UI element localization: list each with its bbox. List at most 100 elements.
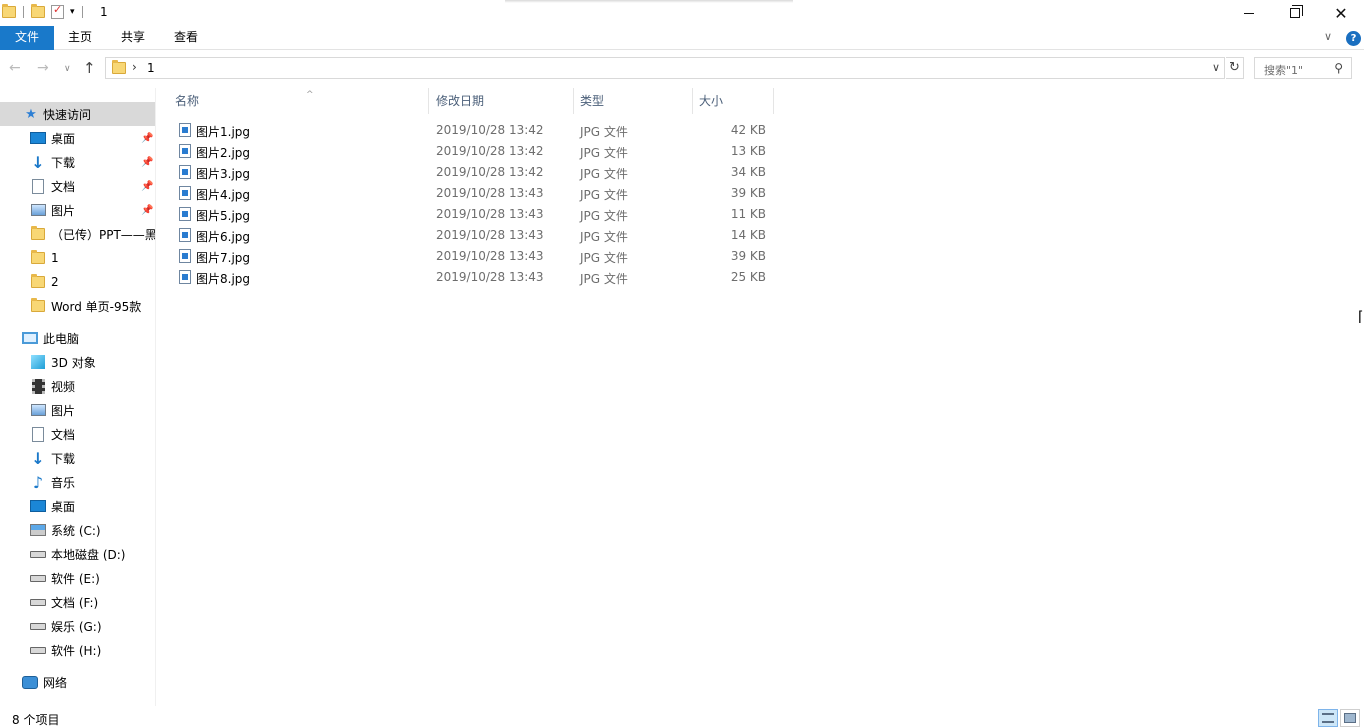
nav-item-drive-d[interactable]: 本地磁盘 (D:) <box>0 542 155 566</box>
file-row[interactable]: 图片4.jpg 2019/10/28 13:43 JPG 文件 39 KB <box>175 183 775 204</box>
column-header-size[interactable]: 大小 <box>693 88 774 114</box>
nav-item-downloads[interactable]: ↓ 下载 📌 <box>0 150 155 174</box>
nav-item-folder-2[interactable]: 2 <box>0 270 155 294</box>
up-arrow-icon[interactable]: ↑ <box>83 59 96 77</box>
expand-ribbon-chevron-icon[interactable]: ∨ <box>1324 30 1332 43</box>
image-file-icon <box>179 186 191 200</box>
nav-item-videos[interactable]: 视频 <box>0 374 155 398</box>
tab-share[interactable]: 共享 <box>109 26 157 50</box>
nav-item-drive-g[interactable]: 娱乐 (G:) <box>0 614 155 638</box>
download-icon: ↓ <box>31 448 45 468</box>
restore-button[interactable] <box>1272 0 1318 26</box>
tab-home[interactable]: 主页 <box>56 26 104 50</box>
file-row[interactable]: 图片7.jpg 2019/10/28 13:43 JPG 文件 39 KB <box>175 246 775 267</box>
breadcrumb-chevron-icon[interactable]: › <box>132 60 137 74</box>
nav-item-pc-pictures[interactable]: 图片 <box>0 398 155 422</box>
file-type: JPG 文件 <box>580 125 628 139</box>
properties-icon[interactable] <box>51 3 64 19</box>
file-type: JPG 文件 <box>580 188 628 202</box>
nav-item-3d-objects[interactable]: 3D 对象 <box>0 350 155 374</box>
minimize-button[interactable] <box>1226 0 1272 26</box>
nav-item-folder-1[interactable]: 1 <box>0 246 155 270</box>
pin-icon[interactable]: 📌 <box>141 181 153 192</box>
drive-icon <box>30 570 46 586</box>
file-row[interactable]: 图片5.jpg 2019/10/28 13:43 JPG 文件 11 KB <box>175 204 775 225</box>
nav-network[interactable]: 网络 <box>0 670 155 694</box>
nav-label: （已传）PPT——黑 <box>51 227 155 242</box>
pin-icon[interactable]: 📌 <box>141 133 153 144</box>
nav-this-pc[interactable]: 此电脑 <box>0 326 155 350</box>
nav-label: 系统 (C:) <box>51 523 101 538</box>
system-drive-icon <box>30 522 46 538</box>
help-icon[interactable]: ? <box>1346 31 1361 46</box>
nav-item-folder-word[interactable]: Word 单页-95款 <box>0 294 155 318</box>
image-file-icon <box>179 165 191 179</box>
tab-file[interactable]: 文件 <box>0 26 54 50</box>
file-row[interactable]: 图片2.jpg 2019/10/28 13:42 JPG 文件 13 KB <box>175 141 775 162</box>
folder-icon <box>30 250 46 266</box>
large-icons-view-button[interactable] <box>1340 709 1360 727</box>
file-name: 图片2.jpg <box>196 146 251 160</box>
quick-access-toolbar: ▾ <box>2 3 90 19</box>
refresh-button[interactable]: ↻ <box>1226 57 1244 79</box>
nav-item-documents[interactable]: 文档 📌 <box>0 174 155 198</box>
nav-quick-access[interactable]: ★ 快速访问 <box>0 102 155 126</box>
customize-toolbar-chevron-icon[interactable]: ▾ <box>70 7 75 17</box>
forward-arrow-icon[interactable]: → <box>37 60 49 76</box>
details-view-button[interactable] <box>1318 709 1338 727</box>
nav-item-pc-documents[interactable]: 文档 <box>0 422 155 446</box>
address-bar[interactable]: › 1 ∨ <box>105 57 1225 79</box>
back-arrow-icon[interactable]: ← <box>9 60 21 76</box>
tab-view[interactable]: 查看 <box>162 26 210 50</box>
desktop-icon <box>30 130 46 146</box>
file-name: 图片4.jpg <box>196 188 251 202</box>
nav-item-drive-f[interactable]: 文档 (F:) <box>0 590 155 614</box>
nav-item-pc-desktop[interactable]: 桌面 <box>0 494 155 518</box>
nav-item-drive-e[interactable]: 软件 (E:) <box>0 566 155 590</box>
nav-label: 下载 <box>51 155 76 170</box>
nav-label: Word 单页-95款 <box>51 299 142 314</box>
breadcrumb-item[interactable]: 1 <box>147 61 155 75</box>
nav-label: 快速访问 <box>43 107 92 122</box>
resize-cursor-icon: ⌈ <box>1358 309 1364 325</box>
details-view-icon <box>1322 713 1334 723</box>
file-date: 2019/10/28 13:43 <box>436 270 544 284</box>
search-input[interactable]: 搜索"1" ⚲ <box>1254 57 1352 79</box>
nav-item-drive-c[interactable]: 系统 (C:) <box>0 518 155 542</box>
column-header-date[interactable]: 修改日期 <box>430 88 574 114</box>
pin-icon[interactable]: 📌 <box>141 157 153 168</box>
column-header-name[interactable]: 名称 ^ <box>169 88 429 114</box>
nav-label: 图片 <box>51 403 76 418</box>
download-icon: ↓ <box>31 152 45 172</box>
nav-item-drive-h[interactable]: 软件 (H:) <box>0 638 155 662</box>
ribbon-tabs: 文件 主页 共享 查看 ∨ ? <box>0 26 1364 50</box>
file-size: 14 KB <box>730 228 766 242</box>
file-date: 2019/10/28 13:43 <box>436 228 544 242</box>
nav-item-desktop[interactable]: 桌面 📌 <box>0 126 155 150</box>
top-shadow <box>505 0 793 3</box>
nav-item-pc-downloads[interactable]: ↓ 下载 <box>0 446 155 470</box>
file-row[interactable]: 图片3.jpg 2019/10/28 13:42 JPG 文件 34 KB <box>175 162 775 183</box>
close-button[interactable]: ✕ <box>1318 0 1364 26</box>
nav-label: 网络 <box>43 675 68 690</box>
column-label: 名称 <box>175 94 200 108</box>
file-row[interactable]: 图片1.jpg 2019/10/28 13:42 JPG 文件 42 KB <box>175 120 775 141</box>
file-row[interactable]: 图片6.jpg 2019/10/28 13:43 JPG 文件 14 KB <box>175 225 775 246</box>
status-bar: 8 个项目 <box>0 706 1364 728</box>
nav-label: 图片 <box>51 203 76 218</box>
image-file-icon <box>179 207 191 221</box>
column-header-type[interactable]: 类型 <box>574 88 693 114</box>
folder-icon <box>30 226 46 242</box>
nav-item-pictures[interactable]: 图片 📌 <box>0 198 155 222</box>
document-icon <box>30 426 46 442</box>
nav-item-music[interactable]: ♪ 音乐 <box>0 470 155 494</box>
pin-icon[interactable]: 📌 <box>141 205 153 216</box>
new-folder-icon[interactable] <box>31 4 45 18</box>
recent-locations-chevron-icon[interactable]: ∨ <box>64 64 71 74</box>
file-row[interactable]: 图片8.jpg 2019/10/28 13:43 JPG 文件 25 KB <box>175 267 775 288</box>
nav-item-folder-ppt[interactable]: （已传）PPT——黑 <box>0 222 155 246</box>
nav-label: 文档 <box>51 179 76 194</box>
file-name: 图片6.jpg <box>196 230 251 244</box>
address-dropdown-chevron-icon[interactable]: ∨ <box>1212 61 1220 74</box>
restore-icon <box>1290 5 1303 18</box>
